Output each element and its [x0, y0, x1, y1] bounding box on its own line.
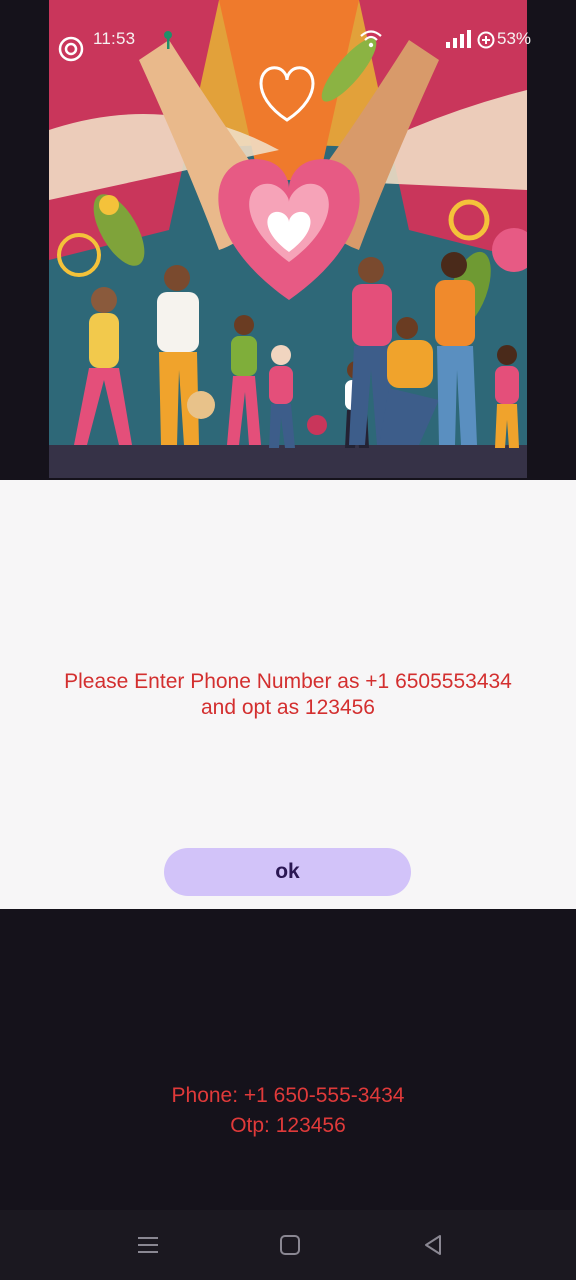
community-heart-illustration — [49, 0, 527, 478]
phone-text: Phone: +1 650-555-3434 — [171, 1084, 405, 1107]
dialog-message: Please Enter Phone Number as +1 65055534… — [64, 670, 512, 719]
back-icon[interactable] — [418, 1230, 448, 1260]
menu-icon[interactable] — [133, 1230, 163, 1260]
credentials-info: Phone: +1 650-555-3434 Otp: 123456 — [0, 1081, 576, 1141]
ok-button[interactable]: ok — [164, 848, 411, 896]
navigation-bar — [0, 1210, 576, 1280]
hero-illustration — [49, 0, 527, 478]
home-icon[interactable] — [275, 1230, 305, 1260]
dialog-panel: Please Enter Phone Number as +1 65055534… — [0, 480, 576, 909]
otp-text: Otp: 123456 — [230, 1114, 346, 1137]
